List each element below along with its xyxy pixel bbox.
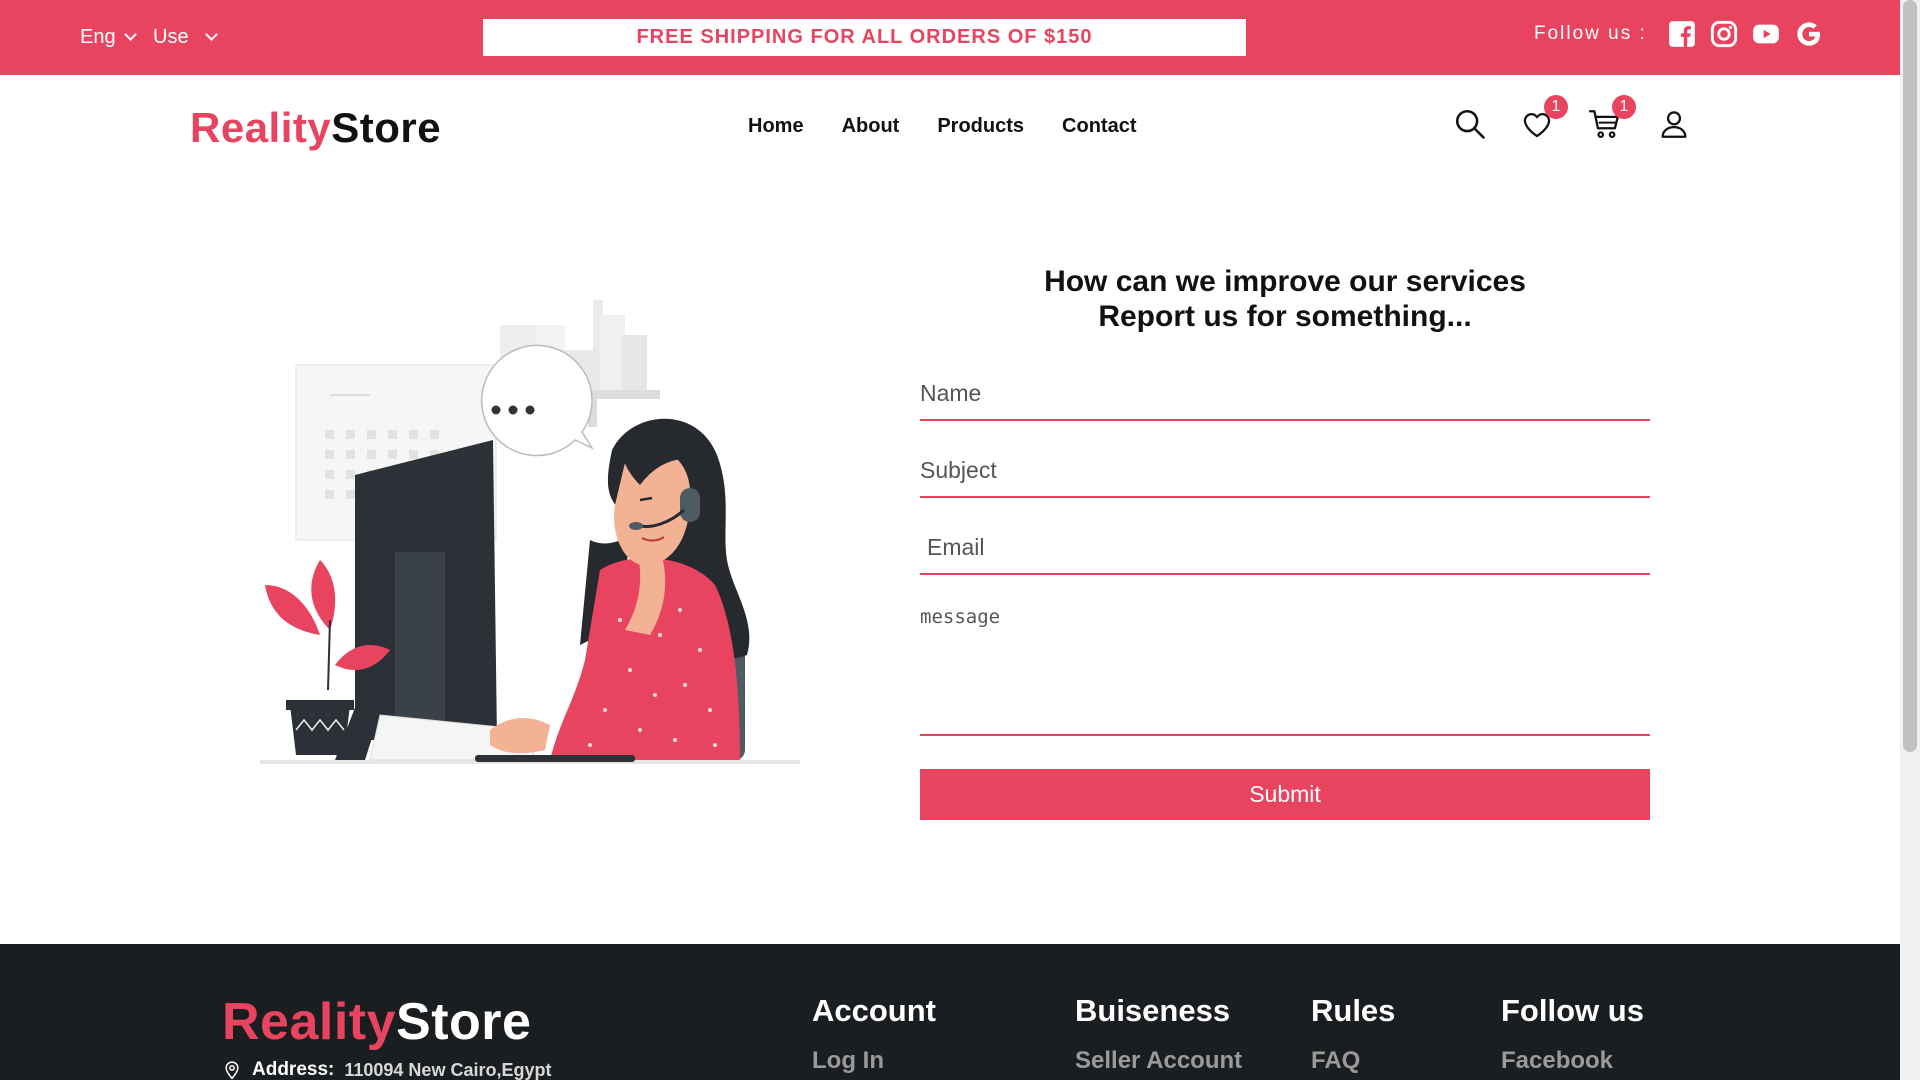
follow-us-label: Follow us :	[1534, 23, 1647, 44]
youtube-icon[interactable]	[1752, 20, 1780, 48]
user-icon[interactable]	[1657, 107, 1691, 141]
chevron-down-icon	[204, 28, 218, 41]
chevron-down-icon	[123, 28, 137, 41]
email-input[interactable]	[920, 534, 1650, 575]
form-title-line2: Report us for something...	[1098, 300, 1472, 333]
form-title-line1: How can we improve our services	[1044, 265, 1526, 298]
footer-link-login[interactable]: Log In	[812, 1047, 884, 1075]
location-pin-icon	[225, 1061, 239, 1080]
search-icon[interactable]	[1453, 107, 1487, 141]
footer-logo-part-reality: Reality	[222, 993, 397, 1051]
address-value: 110094 New Cairo,Egypt	[344, 1059, 552, 1080]
footer-logo-part-store: Store	[396, 993, 532, 1051]
footer-heading-business: Buiseness	[1075, 993, 1231, 1028]
footer-address: Address: 110094 New Cairo,Egypt	[222, 1059, 551, 1080]
footer-link-facebook[interactable]: Facebook	[1501, 1047, 1613, 1075]
footer-link-seller-account[interactable]: Seller Account	[1075, 1047, 1242, 1075]
submit-button[interactable]: Submit	[920, 769, 1650, 820]
logo-part-store: Store	[331, 104, 442, 151]
footer-heading-account: Account	[812, 993, 936, 1028]
nav-contact[interactable]: Contact	[1062, 115, 1136, 138]
address-label: Address:	[252, 1059, 335, 1080]
promo-banner: FREE SHIPPING FOR ALL ORDERS OF $150	[483, 19, 1246, 56]
name-input[interactable]	[920, 380, 1650, 421]
currency-selector[interactable]: Use	[153, 26, 218, 49]
wishlist-count-badge: 1	[1544, 95, 1568, 119]
message-textarea[interactable]	[920, 602, 1650, 736]
footer-heading-follow-us: Follow us	[1501, 993, 1644, 1028]
top-bar: Eng Use FREE SHIPPING FOR ALL ORDERS OF …	[0, 0, 1900, 75]
nav-products[interactable]: Products	[937, 115, 1024, 138]
main-nav: Home About Products Contact	[748, 115, 1174, 138]
contact-form-title: How can we improve our services Report u…	[960, 264, 1610, 334]
scrollbar-thumb[interactable]	[1903, 0, 1917, 752]
language-label: Eng	[80, 26, 116, 48]
support-agent-illustration	[260, 300, 800, 764]
nav-home[interactable]: Home	[748, 115, 804, 138]
footer-logo[interactable]: RealityStore	[222, 992, 531, 1052]
cart-count-badge: 1	[1612, 95, 1636, 119]
subject-input[interactable]	[920, 457, 1650, 498]
logo-part-reality: Reality	[190, 104, 332, 151]
footer-heading-rules: Rules	[1311, 993, 1396, 1028]
nav-about[interactable]: About	[842, 115, 900, 138]
site-logo[interactable]: RealityStore	[190, 104, 441, 152]
google-icon[interactable]	[1795, 20, 1823, 48]
currency-label: Use	[153, 26, 189, 48]
footer-link-faq[interactable]: FAQ	[1311, 1047, 1360, 1075]
facebook-icon[interactable]	[1668, 20, 1696, 48]
instagram-icon[interactable]	[1710, 20, 1738, 48]
language-selector[interactable]: Eng	[80, 26, 137, 49]
